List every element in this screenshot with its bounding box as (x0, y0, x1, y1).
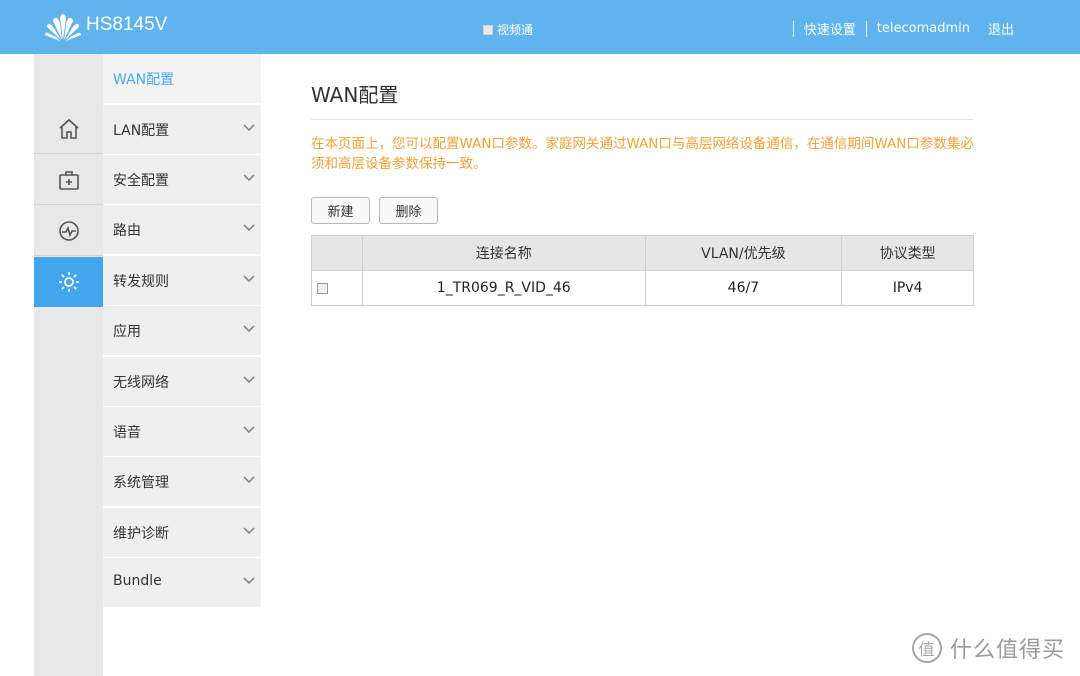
watermark-text: 什么值得买 (950, 638, 1066, 663)
divider (865, 20, 867, 37)
table-header-name: 连接名称 (361, 235, 646, 271)
menu-item-label: 维护诊断 (113, 526, 169, 542)
menu-item-forwarding[interactable]: 转发规则 (103, 256, 261, 306)
menu-item-label: 无线网络 (113, 375, 169, 391)
chevron-down-icon (243, 174, 255, 182)
top-links: 快速设置 telecomadmin 退出 (783, 19, 1014, 38)
menu-item-label: 系统管理 (113, 475, 169, 491)
menu-item-wan[interactable]: WAN配置 (103, 54, 261, 104)
gear-icon (58, 272, 79, 292)
table-header-row: 连接名称 VLAN/优先级 协议类型 (311, 235, 974, 271)
menu-item-routing[interactable]: 路由 (103, 205, 261, 255)
menu-item-diagnostics[interactable]: 维护诊断 (103, 508, 261, 558)
table-header-select (311, 235, 363, 271)
home-icon (58, 118, 79, 139)
quick-setup-link[interactable]: 快速设置 (804, 19, 856, 38)
connection-name-cell: 1_TR069_R_VID_46 (361, 270, 646, 306)
table-header-protocol: 协议类型 (841, 235, 974, 271)
menu-item-label: 路由 (113, 223, 141, 239)
chevron-down-icon (243, 527, 255, 535)
submenu: WAN配置 LAN配置 安全配置 路由 转发规则 应用 无线网络 语音 系统管理… (103, 54, 261, 676)
menu-item-label: WAN配置 (113, 72, 175, 88)
rail-medical-kit[interactable] (34, 155, 103, 205)
divider (311, 119, 973, 120)
user-name: telecomadmin (876, 21, 970, 36)
menu-item-security[interactable]: 安全配置 (103, 155, 261, 205)
chevron-down-icon (243, 577, 255, 585)
menu-item-label: LAN配置 (113, 123, 170, 139)
table-header-vlan: VLAN/优先级 (644, 235, 843, 271)
logout-link[interactable]: 退出 (988, 19, 1014, 38)
chevron-down-icon (243, 275, 255, 283)
video-call-toggle[interactable]: 视频通 (483, 21, 533, 38)
chevron-down-icon (243, 476, 255, 484)
menu-item-label: 应用 (113, 324, 141, 340)
huawei-logo-icon (45, 14, 81, 41)
page-description: 在本页面上，您可以配置WAN口参数。家庭网关通过WAN口与高层网络设备通信，在通… (311, 136, 974, 172)
icon-rail (34, 54, 137, 676)
page-title: WAN配置 (311, 83, 399, 107)
delete-button[interactable]: 删除 (379, 197, 438, 224)
rail-home[interactable] (34, 104, 103, 154)
chevron-down-icon (243, 325, 255, 333)
pulse-icon (58, 220, 79, 241)
menu-item-bundle[interactable]: Bundle (103, 558, 261, 608)
row-select-cell (311, 270, 363, 306)
menu-item-label: 语音 (113, 425, 141, 441)
medical-kit-icon (58, 170, 79, 190)
rail-settings[interactable] (34, 257, 103, 307)
table-row[interactable]: 1_TR069_R_VID_46 46/7 IPv4 (311, 270, 974, 306)
menu-item-system[interactable]: 系统管理 (103, 457, 261, 507)
video-call-checkbox[interactable] (483, 24, 493, 35)
chevron-down-icon (243, 124, 255, 132)
main-panel: WAN配置 在本页面上，您可以配置WAN口参数。家庭网关通过WAN口与高层网络设… (261, 54, 1023, 676)
menu-item-label: 转发规则 (113, 274, 169, 290)
divider (792, 20, 794, 37)
menu-item-label: 安全配置 (113, 173, 169, 189)
wan-table: 连接名称 VLAN/优先级 协议类型 1_TR069_R_VID_46 46/7… (311, 235, 974, 306)
top-header: HS8145V 视频通 快速设置 telecomadmin 退出 (0, 0, 1080, 54)
row-checkbox[interactable] (317, 282, 328, 294)
video-call-label: 视频通 (497, 23, 534, 37)
menu-item-label: Bundle (113, 573, 162, 589)
menu-item-voice[interactable]: 语音 (103, 407, 261, 457)
vlan-priority-cell: 46/7 (644, 270, 843, 306)
new-button[interactable]: 新建 (311, 197, 370, 224)
chevron-down-icon (243, 376, 255, 384)
device-model: HS8145V (86, 14, 168, 35)
menu-item-application[interactable]: 应用 (103, 306, 261, 356)
chevron-down-icon (243, 224, 255, 232)
rail-pulse[interactable] (34, 206, 103, 256)
menu-item-lan[interactable]: LAN配置 (103, 105, 261, 155)
protocol-cell: IPv4 (841, 270, 974, 306)
watermark-logo: 值 (912, 633, 942, 663)
watermark: 值 什么值得买 (912, 632, 1065, 664)
chevron-down-icon (243, 426, 255, 434)
menu-item-wireless[interactable]: 无线网络 (103, 357, 261, 407)
